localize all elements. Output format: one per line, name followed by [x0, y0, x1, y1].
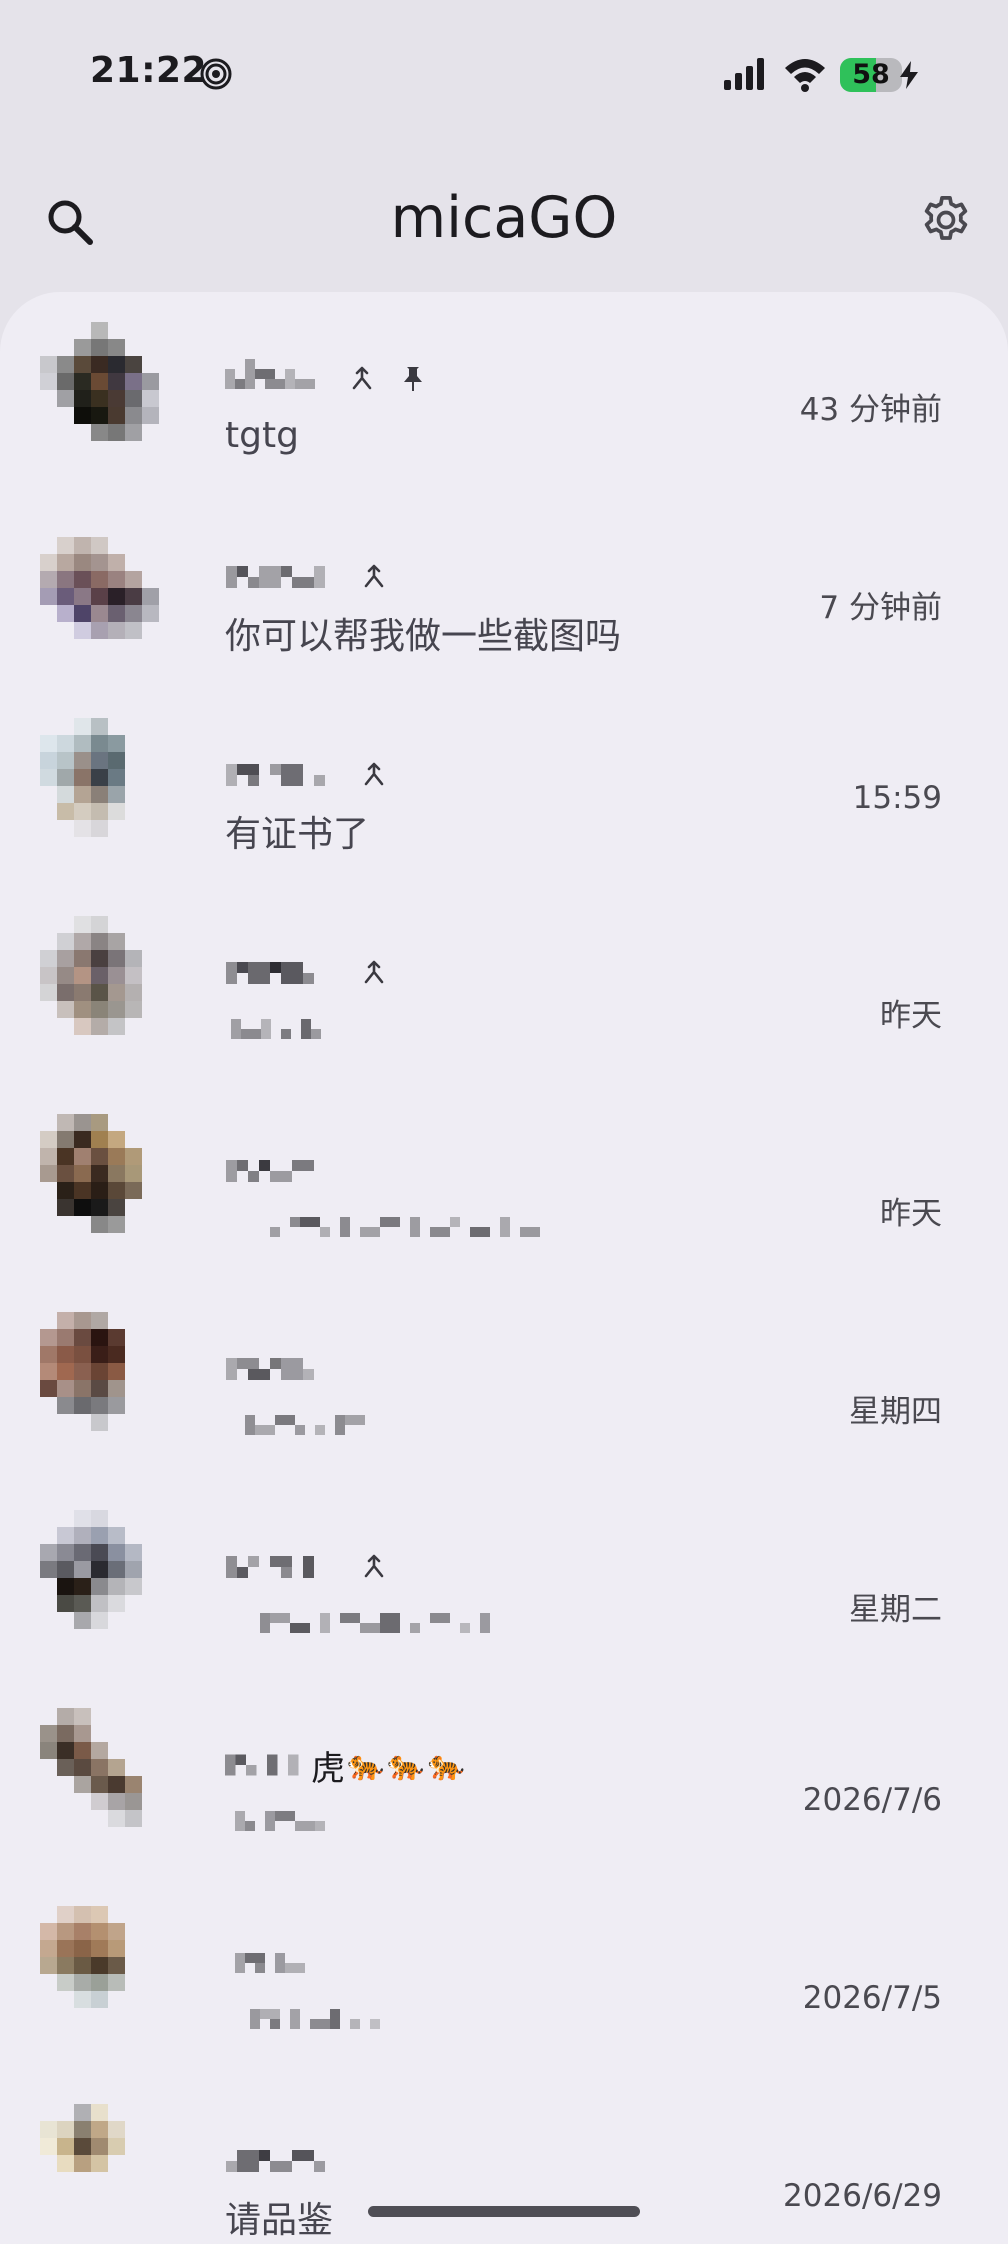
status-time: 21:22 [90, 50, 208, 91]
chat-preview: 你可以帮我做一些截图吗 [225, 616, 622, 657]
redacted-preview [260, 1613, 490, 1633]
signal-icon [724, 58, 764, 90]
avatar [40, 916, 210, 1086]
chat-preview: tgtg [225, 414, 299, 456]
app-title: micaGO [390, 185, 618, 251]
redacted-name [235, 1953, 305, 1973]
chat-list-item[interactable]: 请品鉴 2026/6/29 [0, 2074, 1008, 2244]
redacted-preview [270, 1217, 540, 1237]
redacted-preview [245, 1415, 365, 1435]
sync-icon [352, 366, 372, 390]
avatar [40, 1906, 210, 2076]
redacted-name [226, 2150, 325, 2172]
redacted-name [225, 359, 315, 389]
chat-preview [225, 1598, 555, 1648]
chat-name [225, 750, 385, 800]
chat-time: 43 分钟前 [799, 392, 942, 428]
chat-name [225, 1542, 385, 1592]
avatar [40, 1510, 210, 1680]
chat-list-item[interactable]: tgtg 43 分钟前 [0, 292, 1008, 490]
chat-time: 2026/7/5 [802, 1980, 942, 2016]
battery-level: 58 [852, 59, 890, 90]
chat-list-item[interactable]: 有证书了 15:59 [0, 688, 1008, 886]
chat-time: 7 分钟前 [819, 590, 942, 626]
battery-icon: 58 [840, 58, 902, 92]
hotspot-icon [200, 58, 232, 90]
chat-time: 2026/6/29 [783, 2178, 942, 2214]
chat-name [225, 1344, 337, 1394]
screen: 21:22 58 micaGO tgtg 43 分钟前 你可以帮我做一些截图吗 … [0, 0, 1008, 2244]
redacted-name [226, 1358, 314, 1380]
home-indicator[interactable] [368, 2206, 640, 2217]
chat-name [225, 1938, 325, 1988]
redacted-name [226, 764, 325, 786]
chat-name: 虎 🐅🐅🐅 [225, 1740, 468, 1790]
chat-name [225, 354, 425, 404]
avatar [40, 520, 210, 690]
status-bar: 21:22 58 [0, 0, 1008, 150]
chat-list-item[interactable]: 虎 🐅🐅🐅 2026/7/6 [0, 1678, 1008, 1876]
chat-time: 15:59 [852, 780, 942, 816]
gear-icon [924, 195, 968, 240]
chat-name [225, 1146, 337, 1196]
settings-button[interactable] [906, 180, 986, 260]
pin-icon [404, 367, 422, 391]
avatar [40, 718, 210, 888]
chat-time: 昨天 [880, 1196, 942, 1232]
chat-preview [225, 1202, 595, 1252]
redacted-name [226, 1556, 314, 1578]
chat-name [225, 552, 385, 602]
chat-list-item[interactable]: 昨天 [0, 886, 1008, 1084]
chat-list-item[interactable]: 昨天 [0, 1084, 1008, 1282]
charging-icon [900, 61, 918, 89]
redacted-name [226, 962, 314, 984]
avatar [40, 322, 210, 492]
chat-time: 星期二 [849, 1592, 942, 1628]
chat-time: 2026/7/6 [802, 1782, 942, 1818]
redacted-name [226, 1160, 314, 1182]
chat-name-text: 虎 [311, 1748, 345, 1789]
chat-list-item[interactable]: 星期二 [0, 1480, 1008, 1678]
chat-list-item[interactable]: 2026/7/5 [0, 1876, 1008, 2074]
wifi-icon [785, 59, 825, 92]
chat-time: 星期四 [849, 1394, 942, 1430]
chat-name [225, 948, 385, 998]
avatar [40, 1312, 210, 1482]
sync-icon [364, 564, 384, 588]
sync-icon [364, 1554, 384, 1578]
avatar [40, 1114, 210, 1284]
redacted-preview [231, 1019, 321, 1039]
chat-list-item[interactable]: 星期四 [0, 1282, 1008, 1480]
chat-time: 昨天 [880, 998, 942, 1034]
redacted-name [225, 1754, 299, 1776]
tiger-emoji: 🐅🐅🐅 [347, 1747, 469, 1783]
sync-icon [364, 762, 384, 786]
redacted-name [226, 566, 325, 588]
chat-preview [225, 1994, 435, 2044]
chat-list: tgtg 43 分钟前 你可以帮我做一些截图吗 7 分钟前 有证书了 15:59… [0, 292, 1008, 2244]
chat-list-item[interactable]: 你可以帮我做一些截图吗 7 分钟前 [0, 490, 1008, 688]
redacted-preview [250, 2009, 380, 2029]
chat-name [225, 2136, 337, 2186]
chat-preview [225, 1796, 345, 1846]
sync-icon [364, 960, 384, 984]
redacted-preview [235, 1811, 325, 1831]
chat-preview [225, 1004, 337, 1054]
avatar [40, 1708, 210, 1878]
avatar [40, 2104, 210, 2244]
app-bar: micaGO [0, 150, 1008, 295]
chat-preview [225, 1400, 405, 1450]
chat-preview: 有证书了 [225, 814, 370, 855]
chat-preview: 请品鉴 [225, 2200, 334, 2241]
